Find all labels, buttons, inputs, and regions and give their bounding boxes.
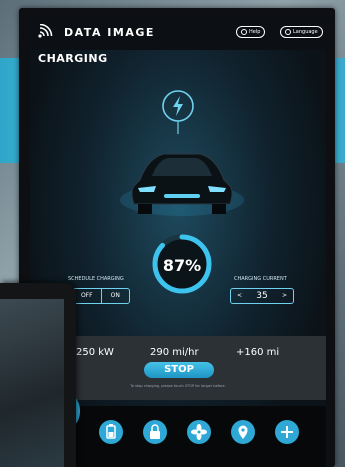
- car-illustration: [120, 153, 244, 216]
- schedule-toggle[interactable]: OFF ON: [72, 288, 130, 304]
- range-stat: +160 mi: [236, 347, 280, 358]
- fan-icon[interactable]: [187, 420, 211, 444]
- help-button[interactable]: Help: [236, 26, 266, 38]
- page-title: CHARGING: [38, 52, 108, 65]
- charge-percent: 87%: [162, 256, 202, 275]
- language-button[interactable]: Language: [280, 26, 323, 38]
- current-stepper[interactable]: < 35 >: [230, 288, 294, 304]
- schedule-off-option[interactable]: OFF: [73, 289, 101, 303]
- plus-icon[interactable]: [275, 420, 299, 444]
- schedule-charging-label: SCHEDULE CHARGING: [68, 276, 124, 282]
- language-label: Language: [293, 29, 318, 35]
- header-bar: DATA IMAGE Help Language: [30, 14, 326, 50]
- lock-icon[interactable]: [143, 420, 167, 444]
- rate-stat: 290 mi/hr: [150, 347, 199, 358]
- help-label: Help: [249, 29, 261, 35]
- location-icon[interactable]: [231, 420, 255, 444]
- increase-current-button[interactable]: >: [282, 289, 287, 303]
- schedule-on-option[interactable]: ON: [100, 289, 130, 303]
- tablet-screen: [0, 299, 64, 467]
- signal-icon: [38, 24, 53, 38]
- charging-current-label: CHARGING CURRENT: [234, 276, 287, 282]
- stop-button[interactable]: STOP: [144, 362, 214, 378]
- charging-bolt-icon: [162, 90, 194, 134]
- globe-icon: [285, 28, 291, 35]
- help-icon: [241, 28, 247, 35]
- power-stat: 250 kW: [76, 347, 114, 358]
- battery-icon[interactable]: [99, 420, 123, 444]
- brand-title: DATA IMAGE: [64, 26, 155, 39]
- foreground-tablet: [0, 283, 76, 467]
